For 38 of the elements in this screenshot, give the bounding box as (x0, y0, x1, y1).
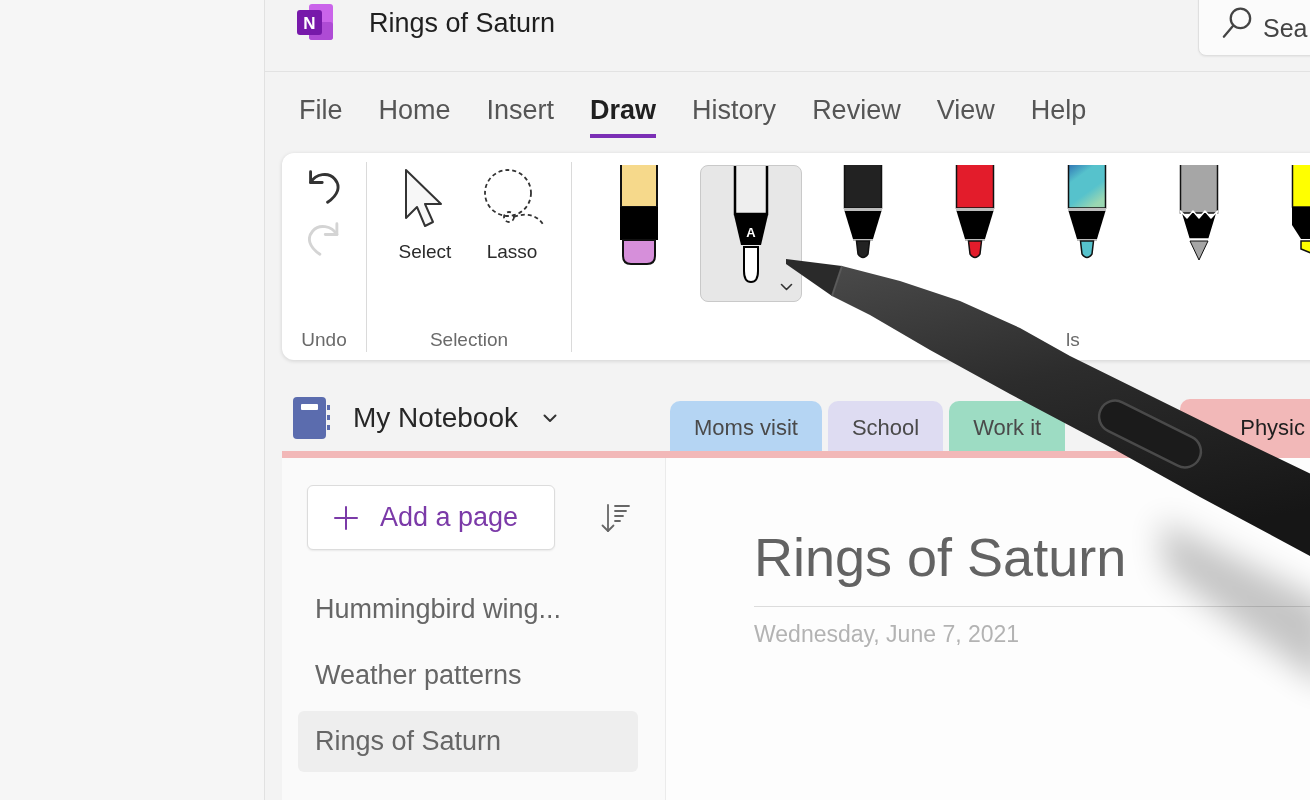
pen-button[interactable] (1067, 165, 1107, 260)
pen-button[interactable]: A (700, 165, 802, 302)
sort-icon[interactable] (599, 501, 631, 534)
search-icon (1221, 7, 1253, 39)
menu-tab[interactable]: Review (812, 95, 901, 138)
menu-tab[interactable]: Insert (486, 95, 555, 138)
add-page-button[interactable]: Add a page (307, 485, 555, 550)
menu-tab[interactable]: Help (1030, 95, 1087, 138)
menu-tab[interactable]: Draw (590, 95, 657, 138)
section-tab[interactable]: Moms visit (670, 401, 822, 451)
group-label: Undo (301, 328, 347, 352)
plus-icon (334, 505, 358, 530)
group-label: Selection (429, 328, 509, 352)
search-field[interactable]: Sea (1198, 0, 1310, 56)
chevron-down-icon (542, 413, 557, 423)
window-title: Rings of Saturn (369, 7, 556, 40)
menu-tab[interactable]: History (692, 95, 777, 138)
section-tab[interactable]: Work it (949, 401, 1066, 451)
page-list-item[interactable]: Hummingbird wing... (298, 579, 638, 640)
group-label: ls (1066, 328, 1080, 352)
menu-tab[interactable]: View (936, 95, 995, 138)
eraser-button[interactable] (619, 165, 659, 265)
undo-icon[interactable] (308, 170, 340, 204)
pen-button[interactable] (843, 165, 883, 260)
menu-tab[interactable]: File (299, 95, 343, 138)
notebook-picker[interactable]: My Notebook (293, 397, 557, 439)
page-list-item[interactable]: Weather patterns (298, 645, 638, 706)
select-tool-button[interactable]: Select (390, 165, 460, 264)
page-date: Wednesday, June 7, 2021 (754, 621, 1021, 647)
page-title: Rings of Saturn (754, 526, 1128, 588)
pen-button[interactable] (955, 165, 995, 260)
notebook-icon (293, 397, 330, 439)
page-list-item[interactable]: Rings of Saturn (298, 711, 638, 772)
pencil-button[interactable] (1179, 165, 1219, 260)
lasso-tool-button[interactable]: Lasso (477, 165, 547, 264)
menu-tab[interactable]: Home (378, 95, 451, 138)
chevron-down-icon[interactable] (780, 283, 793, 291)
section-tab[interactable]: School (827, 401, 944, 451)
